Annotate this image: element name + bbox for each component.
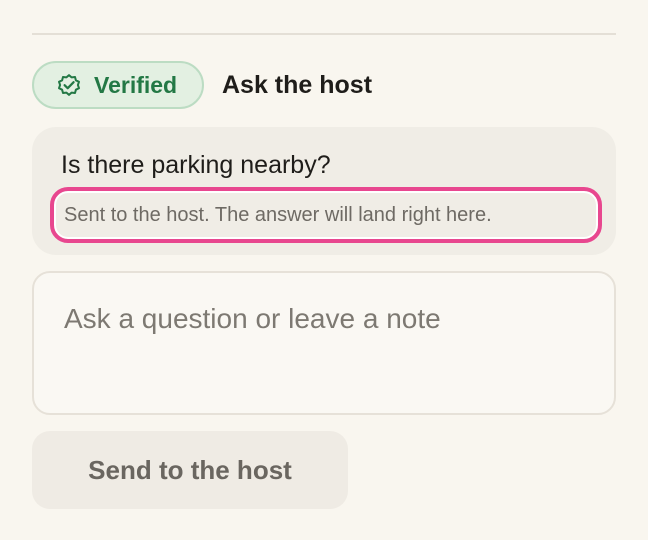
verified-label: Verified (94, 71, 178, 98)
verified-check-icon (56, 72, 82, 98)
section-title: Ask the host (222, 70, 373, 99)
message-bubble: Is there parking nearby? Sent to the hos… (32, 127, 616, 255)
ask-host-header: Verified Ask the host (32, 59, 372, 111)
send-to-host-button[interactable]: Send to the host (32, 431, 348, 509)
message-status-text: Sent to the host. The answer will land r… (64, 203, 492, 226)
message-text: Is there parking nearby? (61, 151, 331, 179)
question-input[interactable] (32, 271, 616, 415)
message-status-note: Sent to the host. The answer will land r… (50, 187, 602, 243)
verified-badge: Verified (32, 61, 204, 109)
section-divider (32, 33, 616, 35)
